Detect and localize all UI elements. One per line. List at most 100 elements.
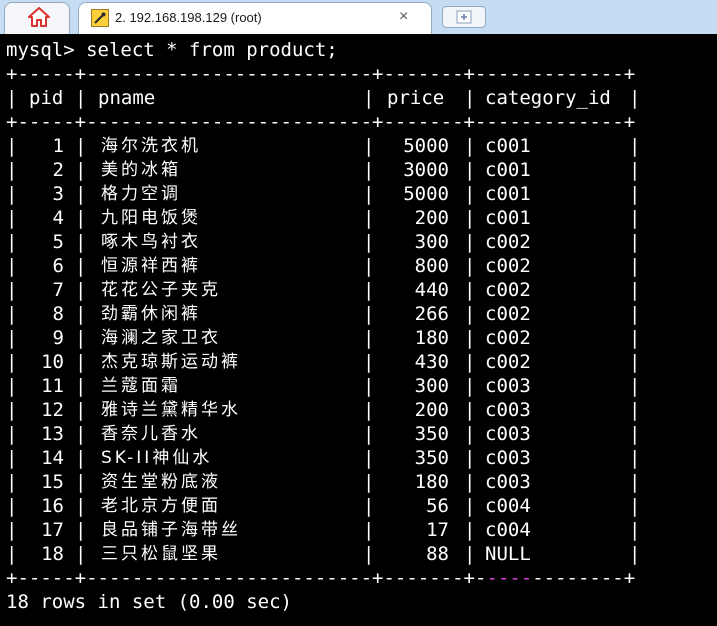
cell-pid: 9 <box>52 327 64 349</box>
cell-separator: | <box>629 495 641 517</box>
table-row: | 7 | 花花公子夹克 | 440 | c002 | <box>6 278 717 302</box>
table-border-mid: +-----+-------------------------+-------… <box>6 111 636 133</box>
cell-category-id: c002 <box>485 303 531 325</box>
cell-price: 300 <box>414 231 449 253</box>
cell-separator: | <box>75 399 87 421</box>
cell-pname: 海澜之家卫衣 <box>101 328 221 348</box>
cell-pname: 啄木鸟衬衣 <box>101 232 201 252</box>
cell-pname: SK-II神仙水 <box>101 448 213 468</box>
cell-category-id: c002 <box>485 255 531 277</box>
cell-price: 440 <box>414 279 449 301</box>
cell-pname: 资生堂粉底液 <box>101 472 221 492</box>
table-header-row: | pid | pname | price | category_id | <box>6 87 641 109</box>
cell-separator: | <box>629 423 641 445</box>
cell-separator: | <box>464 351 476 373</box>
cell-separator: | <box>75 303 87 325</box>
table-row: | 3 | 格力空调 | 5000 | c001 | <box>6 182 717 206</box>
cell-pname: 兰蔻面霜 <box>101 376 181 396</box>
cell-separator: | <box>629 183 641 205</box>
cell-separator: | <box>363 207 375 229</box>
table-row: | 13 | 香奈儿香水 | 350 | c003 | <box>6 422 717 446</box>
cell-separator: | <box>629 471 641 493</box>
cell-category-id: c003 <box>485 423 531 445</box>
cell-pid: 12 <box>41 399 64 421</box>
close-icon[interactable]: × <box>399 7 408 27</box>
table-border-top: +-----+-------------------------+-------… <box>6 63 636 85</box>
cell-separator: | <box>629 159 641 181</box>
cell-separator: | <box>75 495 87 517</box>
cell-pname: 美的冰箱 <box>101 160 181 180</box>
cell-separator: | <box>464 375 476 397</box>
cell-separator: | <box>629 447 641 469</box>
column-header-category-id: category_id <box>485 87 611 109</box>
cell-separator: | <box>363 423 375 445</box>
cell-pid: 13 <box>41 423 64 445</box>
table-row: | 11 | 兰蔻面霜 | 300 | c003 | <box>6 374 717 398</box>
cell-pname: 老北京方便面 <box>101 496 221 516</box>
cell-price: 5000 <box>403 183 449 205</box>
cell-separator: | <box>6 375 18 397</box>
cell-separator: | <box>464 135 476 157</box>
cell-price: 5000 <box>403 135 449 157</box>
table-row: | 2 | 美的冰箱 | 3000 | c001 | <box>6 158 717 182</box>
cell-price: 800 <box>414 255 449 277</box>
cell-category-id: c002 <box>485 327 531 349</box>
cell-separator: | <box>464 279 476 301</box>
terminal-output[interactable]: mysql> select * from product; +-----+---… <box>0 34 717 626</box>
cell-separator: | <box>363 303 375 325</box>
cell-separator: | <box>363 495 375 517</box>
cell-separator: | <box>629 351 641 373</box>
cell-separator: | <box>75 375 87 397</box>
table-row: | 1 | 海尔洗衣机 | 5000 | c001 | <box>6 134 717 158</box>
cell-separator: | <box>629 279 641 301</box>
cell-pid: 2 <box>52 159 64 181</box>
result-summary: 18 rows in set (0.00 sec) <box>6 591 292 613</box>
cell-separator: | <box>75 351 87 373</box>
cell-pname: 海尔洗衣机 <box>101 136 201 156</box>
cell-separator: | <box>464 159 476 181</box>
cell-category-id: c004 <box>485 495 531 517</box>
cell-category-id: c003 <box>485 375 531 397</box>
cell-separator: | <box>75 423 87 445</box>
cell-price: 88 <box>426 543 449 565</box>
cell-price: 430 <box>414 351 449 373</box>
cell-pid: 1 <box>52 135 64 157</box>
cell-pid: 7 <box>52 279 64 301</box>
cell-separator: | <box>464 183 476 205</box>
table-row: | 8 | 劲霸休闲裤 | 266 | c002 | <box>6 302 717 326</box>
cell-price: 180 <box>414 471 449 493</box>
table-row: | 15 | 资生堂粉底液 | 180 | c003 | <box>6 470 717 494</box>
cell-separator: | <box>6 423 18 445</box>
cell-separator: | <box>464 495 476 517</box>
session-tab[interactable]: 2. 192.168.198.129 (root) × <box>78 2 432 34</box>
cell-separator: | <box>6 351 18 373</box>
cell-price: 3000 <box>403 159 449 181</box>
table-row: | 9 | 海澜之家卫衣 | 180 | c002 | <box>6 326 717 350</box>
cell-pname: 花花公子夹克 <box>101 280 221 300</box>
cell-category-id: c003 <box>485 399 531 421</box>
cell-separator: | <box>363 351 375 373</box>
cell-separator: | <box>75 279 87 301</box>
cell-pname: 格力空调 <box>101 184 181 204</box>
cell-category-id: c003 <box>485 471 531 493</box>
cell-pid: 6 <box>52 255 64 277</box>
cell-separator: | <box>363 543 375 565</box>
cell-pname: 香奈儿香水 <box>101 424 201 444</box>
cell-pname: 劲霸休闲裤 <box>101 304 201 324</box>
cell-separator: | <box>75 255 87 277</box>
cell-separator: | <box>363 327 375 349</box>
cell-price: 180 <box>414 327 449 349</box>
new-tab-button[interactable] <box>442 6 486 28</box>
cell-pid: 4 <box>52 207 64 229</box>
table-row: | 14 | SK-II神仙水 | 350 | c003 | <box>6 446 717 470</box>
home-tab-button[interactable] <box>4 2 70 34</box>
home-icon <box>28 7 50 27</box>
cell-separator: | <box>363 159 375 181</box>
cell-category-id: c001 <box>485 159 531 181</box>
cell-separator: | <box>629 519 641 541</box>
cell-separator: | <box>6 327 18 349</box>
cell-separator: | <box>75 471 87 493</box>
table-row: | 18 | 三只松鼠坚果 | 88 | NULL | <box>6 542 717 566</box>
cell-separator: | <box>629 255 641 277</box>
cell-separator: | <box>629 543 641 565</box>
